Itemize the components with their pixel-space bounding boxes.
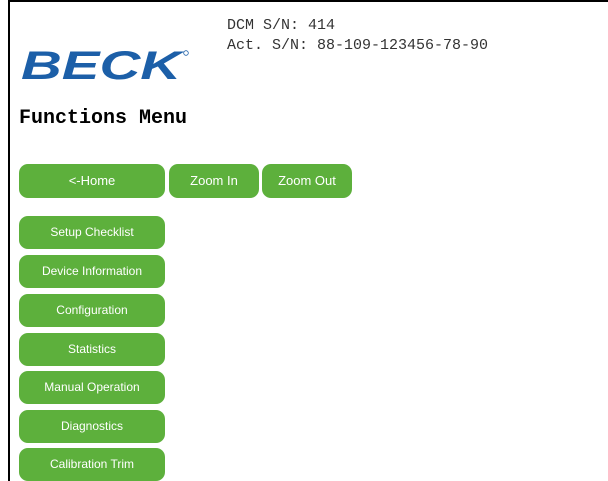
beck-logo: BECK <box>21 44 189 84</box>
beck-logo-text: BECK <box>21 44 185 84</box>
diagnostics-button[interactable]: Diagnostics <box>19 410 165 443</box>
calibration-trim-button[interactable]: Calibration Trim <box>19 448 165 481</box>
registered-mark-icon <box>183 50 189 56</box>
device-information-button[interactable]: Device Information <box>19 255 165 288</box>
setup-checklist-button[interactable]: Setup Checklist <box>19 216 165 249</box>
zoom-in-button[interactable]: Zoom In <box>169 164 259 198</box>
actuator-serial: Act. S/N: 88-109-123456-78-90 <box>227 37 489 54</box>
zoom-out-button[interactable]: Zoom Out <box>262 164 352 198</box>
statistics-button[interactable]: Statistics <box>19 333 165 366</box>
dcm-serial: DCM S/N: 414 <box>227 17 336 34</box>
serial-info: DCM S/N: 414 Act. S/N: 88-109-123456-78-… <box>227 16 488 56</box>
manual-operation-button[interactable]: Manual Operation <box>19 371 165 404</box>
page-title: Functions Menu <box>19 107 188 130</box>
home-button[interactable]: <-Home <box>19 164 165 198</box>
configuration-button[interactable]: Configuration <box>19 294 165 327</box>
